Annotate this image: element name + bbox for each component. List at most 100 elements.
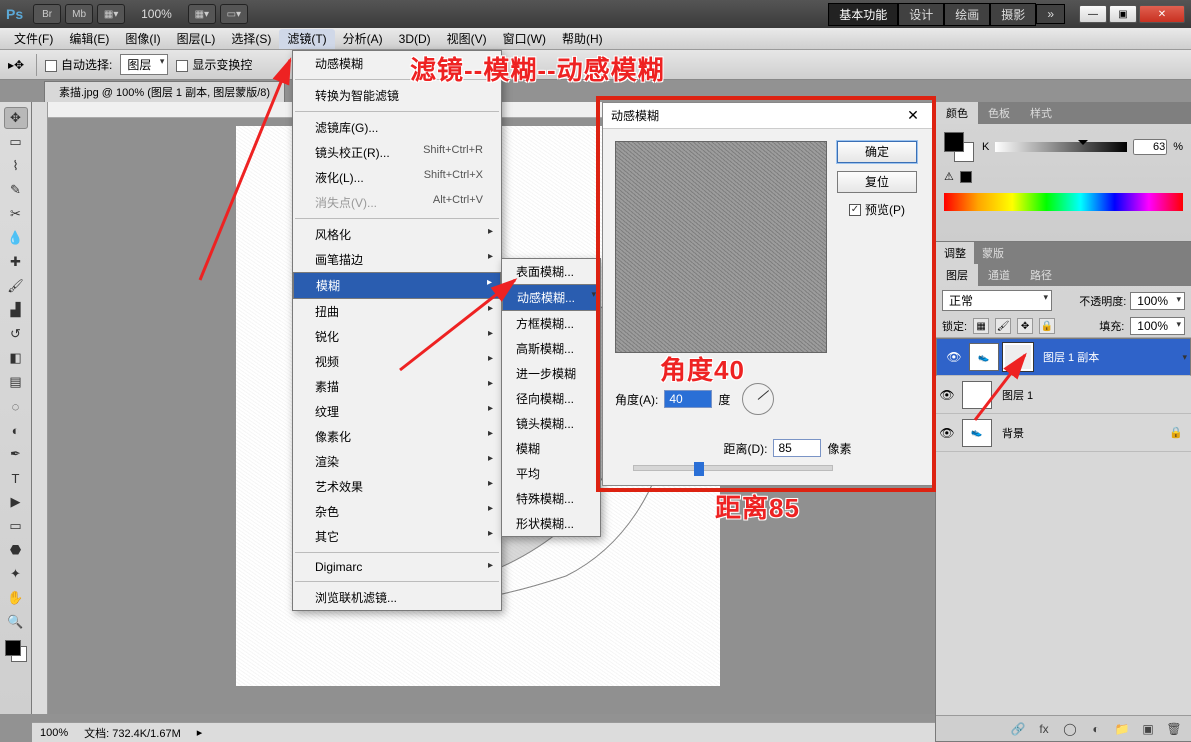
3d-tool[interactable]: ⬣	[4, 539, 28, 561]
filter-texture[interactable]: 纹理	[293, 399, 501, 424]
arrange-documents-button[interactable]: ▦▾	[188, 4, 216, 24]
layer-thumb[interactable]: 👟	[962, 419, 992, 447]
menu-edit[interactable]: 编辑(E)	[61, 29, 117, 49]
fx-icon[interactable]: fx	[1035, 722, 1053, 736]
filter-pixelate[interactable]: 像素化	[293, 424, 501, 449]
blur-gaussian[interactable]: 高斯模糊...	[502, 336, 600, 361]
menu-filter[interactable]: 滤镜(T)	[279, 29, 334, 49]
color-swatches[interactable]	[5, 640, 27, 662]
tab-paths[interactable]: 路径	[1020, 264, 1062, 286]
blur-blur[interactable]: 模糊	[502, 436, 600, 461]
filter-distort[interactable]: 扭曲	[293, 299, 501, 324]
layer-name[interactable]: 背景	[996, 425, 1169, 441]
filter-sharpen[interactable]: 锐化	[293, 324, 501, 349]
blur-surface[interactable]: 表面模糊...	[502, 259, 600, 284]
auto-select-checkbox[interactable]	[45, 60, 57, 72]
preview-checkbox[interactable]: ✓预览(P)	[849, 201, 905, 218]
adjustment-layer-icon[interactable]: ◐	[1087, 722, 1105, 736]
3d-camera-tool[interactable]: ✦	[4, 563, 28, 585]
show-transform-checkbox[interactable]	[176, 60, 188, 72]
eraser-tool[interactable]: ◧	[4, 347, 28, 369]
filter-video[interactable]: 视频	[293, 349, 501, 374]
menu-image[interactable]: 图像(I)	[117, 29, 168, 49]
tab-layers[interactable]: 图层	[936, 264, 978, 286]
marquee-tool[interactable]: ▭	[4, 131, 28, 153]
blur-radial[interactable]: 径向模糊...	[502, 386, 600, 411]
visibility-icon[interactable]: 👁	[943, 350, 965, 364]
crop-tool[interactable]: ✂	[4, 203, 28, 225]
filter-gallery[interactable]: 滤镜库(G)...	[293, 115, 501, 140]
menu-window[interactable]: 窗口(W)	[495, 29, 554, 49]
filter-convert-smart[interactable]: 转换为智能滤镜	[293, 83, 501, 108]
type-tool[interactable]: T	[4, 467, 28, 489]
healing-tool[interactable]: ✚	[4, 251, 28, 273]
group-icon[interactable]: 📁	[1113, 722, 1131, 736]
lock-position-icon[interactable]: ✥	[1017, 318, 1033, 334]
filter-liquify[interactable]: 液化(L)...Shift+Ctrl+X	[293, 165, 501, 190]
gradient-tool[interactable]: ▤	[4, 371, 28, 393]
blend-mode-select[interactable]: 正常	[942, 290, 1052, 311]
filter-artistic[interactable]: 艺术效果	[293, 474, 501, 499]
blur-motion[interactable]: 动感模糊...	[502, 284, 600, 311]
layer-row[interactable]: 👁 图层 1	[936, 376, 1191, 414]
minibridge-button[interactable]: Mb	[65, 4, 93, 24]
filter-noise[interactable]: 杂色	[293, 499, 501, 524]
dialog-titlebar[interactable]: 动感模糊 ✕	[603, 103, 932, 129]
shape-tool[interactable]: ▭	[4, 515, 28, 537]
mask-thumb[interactable]	[1003, 343, 1033, 371]
dialog-preview[interactable]	[615, 141, 827, 353]
visibility-icon[interactable]: 👁	[936, 388, 958, 402]
fill-input[interactable]: 100%	[1130, 317, 1185, 335]
hand-tool[interactable]: ✋	[4, 587, 28, 609]
menu-file[interactable]: 文件(F)	[6, 29, 61, 49]
blur-tool[interactable]: ◌	[4, 395, 28, 417]
filter-render[interactable]: 渲染	[293, 449, 501, 474]
dialog-close[interactable]: ✕	[902, 107, 924, 124]
history-brush-tool[interactable]: ↺	[4, 323, 28, 345]
filter-digimarc[interactable]: Digimarc	[293, 556, 501, 578]
tab-swatches[interactable]: 色板	[978, 102, 1020, 124]
mask-icon[interactable]: ◯	[1061, 722, 1079, 736]
brush-tool[interactable]: 🖌	[4, 275, 28, 297]
filter-other[interactable]: 其它	[293, 524, 501, 549]
filter-blur[interactable]: 模糊	[293, 272, 501, 299]
menu-view[interactable]: 视图(V)	[439, 29, 495, 49]
menu-help[interactable]: 帮助(H)	[554, 29, 611, 49]
blur-lens[interactable]: 镜头模糊...	[502, 411, 600, 436]
minimize-button[interactable]: —	[1079, 5, 1107, 23]
blur-average[interactable]: 平均	[502, 461, 600, 486]
filter-brush-strokes[interactable]: 画笔描边	[293, 247, 501, 272]
opacity-input[interactable]: 100%	[1130, 292, 1185, 310]
filter-sketch[interactable]: 素描	[293, 374, 501, 399]
lasso-tool[interactable]: ⌇	[4, 155, 28, 177]
workspace-more[interactable]: »	[1036, 4, 1065, 24]
layer-name[interactable]: 图层 1 副本	[1037, 349, 1174, 365]
tab-channels[interactable]: 通道	[978, 264, 1020, 286]
tab-color[interactable]: 颜色	[936, 102, 978, 124]
tab-masks[interactable]: 蒙版	[974, 242, 1012, 264]
blur-shape[interactable]: 形状模糊...	[502, 511, 600, 536]
maximize-button[interactable]: ▣	[1109, 5, 1137, 23]
pen-tool[interactable]: ✒	[4, 443, 28, 465]
filter-vanishing-point[interactable]: 消失点(V)...Alt+Ctrl+V	[293, 190, 501, 215]
stamp-tool[interactable]: ▟	[4, 299, 28, 321]
angle-wheel[interactable]	[742, 383, 774, 415]
distance-slider[interactable]	[633, 465, 833, 471]
layer-thumb[interactable]	[962, 381, 992, 409]
path-select-tool[interactable]: ▶	[4, 491, 28, 513]
menu-layer[interactable]: 图层(L)	[169, 29, 224, 49]
eyedropper-tool[interactable]: 💧	[4, 227, 28, 249]
layer-row[interactable]: 👁 👟 图层 1 副本	[936, 338, 1191, 376]
zoom-tool[interactable]: 🔍	[4, 611, 28, 633]
layer-row[interactable]: 👁 👟 背景 🔒	[936, 414, 1191, 452]
menu-3d[interactable]: 3D(D)	[391, 29, 439, 49]
filter-lens-correction[interactable]: 镜头校正(R)...Shift+Ctrl+R	[293, 140, 501, 165]
workspace-painting[interactable]: 绘画	[944, 3, 990, 26]
screen-mode-button[interactable]: ▦▾	[97, 4, 125, 24]
channel-k-slider[interactable]	[995, 142, 1127, 152]
auto-select-target[interactable]: 图层	[120, 54, 168, 75]
filter-browse-online[interactable]: 浏览联机滤镜...	[293, 585, 501, 610]
channel-k-input[interactable]	[1133, 139, 1167, 155]
workspace-design[interactable]: 设计	[898, 3, 944, 26]
lock-transparent-icon[interactable]: ▦	[973, 318, 989, 334]
